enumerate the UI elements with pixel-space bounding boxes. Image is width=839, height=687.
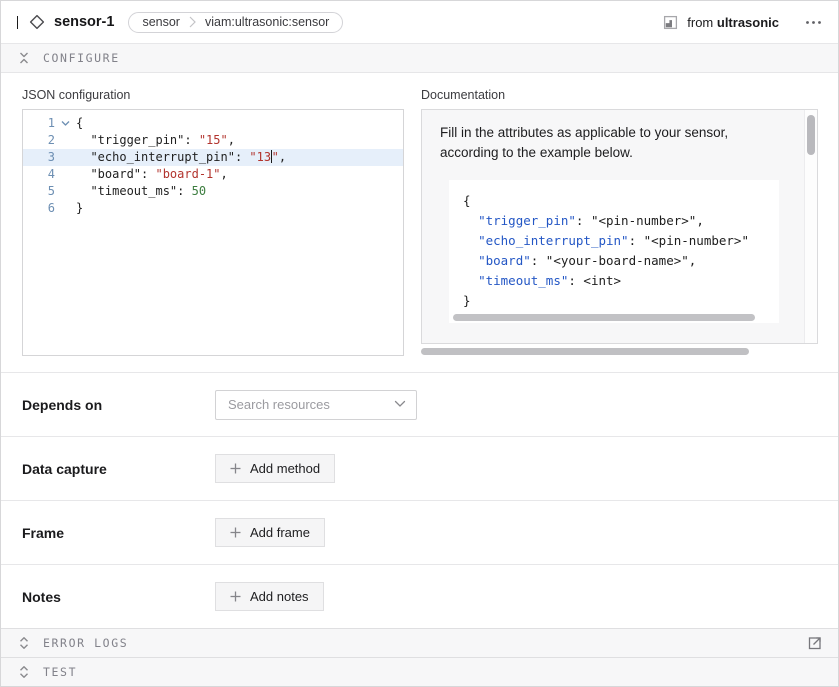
depends-on-select[interactable]: Search resources xyxy=(215,390,417,420)
configure-body: JSON configuration 1{2 "trigger_pin": "1… xyxy=(1,73,838,372)
add-frame-button[interactable]: Add frame xyxy=(215,518,325,547)
depends-on-placeholder: Search resources xyxy=(228,397,330,412)
component-type-pill: sensor viam:ultrasonic:sensor xyxy=(128,12,343,33)
pill-chevron-right-icon xyxy=(189,16,196,28)
json-configuration-label: JSON configuration xyxy=(22,88,404,102)
component-name: sensor-1 xyxy=(54,14,114,30)
component-model: viam:ultrasonic:sensor xyxy=(205,15,329,29)
test-section-bar[interactable]: TEST xyxy=(1,657,838,686)
documentation-intro: Fill in the attributes as applicable to … xyxy=(440,123,785,163)
documentation-code-example: { "trigger_pin": "<pin-number>", "echo_i… xyxy=(449,180,779,323)
error-logs-section-bar[interactable]: ERROR LOGS xyxy=(1,628,838,657)
code-line: { xyxy=(463,191,765,211)
unfold-icon xyxy=(18,666,30,678)
documentation-panel: Fill in the attributes as applicable to … xyxy=(421,109,818,344)
collapse-icon xyxy=(18,52,30,64)
configure-label: CONFIGURE xyxy=(43,51,120,65)
depends-on-row: Depends on Search resources xyxy=(1,372,838,436)
code-line: 5 "timeout_ms": 50 xyxy=(23,183,403,200)
data-capture-row: Data capture Add method xyxy=(1,436,838,500)
code-line: 2 "trigger_pin": "15", xyxy=(23,132,403,149)
code-line: "board": "<your-board-name>", xyxy=(463,251,765,271)
open-in-new-icon[interactable] xyxy=(808,636,822,650)
documentation-label: Documentation xyxy=(421,88,818,102)
doc-horizontal-scrollbar-thumb[interactable] xyxy=(421,348,749,355)
add-notes-button[interactable]: Add notes xyxy=(215,582,324,611)
select-chevron-down-icon xyxy=(394,400,406,408)
plus-icon xyxy=(230,463,241,474)
doc-horizontal-scrollbar[interactable] xyxy=(421,348,818,356)
component-header: sensor-1 sensor viam:ultrasonic:sensor f… xyxy=(1,1,838,44)
component-type: sensor xyxy=(142,15,180,29)
module-source: from ultrasonic xyxy=(663,15,779,30)
frame-label: Frame xyxy=(22,525,215,541)
ellipsis-menu-icon[interactable] xyxy=(803,16,824,29)
notes-row: Notes Add notes xyxy=(1,564,838,628)
unfold-icon xyxy=(18,637,30,649)
depends-on-label: Depends on xyxy=(22,397,215,413)
doc-vertical-scrollbar[interactable] xyxy=(804,110,817,343)
data-capture-label: Data capture xyxy=(22,461,215,477)
module-icon xyxy=(663,15,678,30)
notes-label: Notes xyxy=(22,589,215,605)
fold-chevron-icon[interactable] xyxy=(55,115,76,132)
add-method-button[interactable]: Add method xyxy=(215,454,335,483)
doc-vertical-scrollbar-thumb[interactable] xyxy=(807,115,815,155)
frame-row: Frame Add frame xyxy=(1,500,838,564)
code-line: 4 "board": "board-1", xyxy=(23,166,403,183)
code-line: 3 "echo_interrupt_pin": "13", xyxy=(23,149,403,166)
configure-section-bar[interactable]: CONFIGURE xyxy=(1,44,838,73)
component-diamond-icon xyxy=(29,14,45,30)
json-config-editor[interactable]: 1{2 "trigger_pin": "15",3 "echo_interrup… xyxy=(22,109,404,356)
code-line: "echo_interrupt_pin": "<pin-number>" xyxy=(463,231,765,251)
test-label: TEST xyxy=(43,665,77,679)
plus-icon xyxy=(230,591,241,602)
code-line: "trigger_pin": "<pin-number>", xyxy=(463,211,765,231)
from-module-label: from ultrasonic xyxy=(687,15,779,30)
error-logs-label: ERROR LOGS xyxy=(43,636,128,650)
component-card: sensor-1 sensor viam:ultrasonic:sensor f… xyxy=(0,0,839,687)
plus-icon xyxy=(230,527,241,538)
code-horizontal-scrollbar[interactable] xyxy=(453,314,755,321)
code-line: 1{ xyxy=(23,115,403,132)
code-line: 6} xyxy=(23,200,403,217)
code-line: "timeout_ms": <int> xyxy=(463,271,765,291)
chevron-down-icon[interactable] xyxy=(17,16,19,29)
code-line: } xyxy=(463,291,765,311)
